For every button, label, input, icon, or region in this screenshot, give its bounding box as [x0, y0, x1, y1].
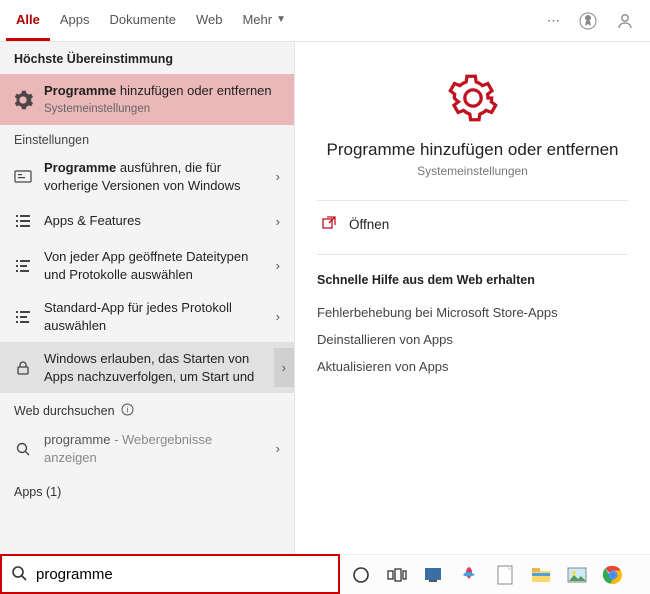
result-title: Standard-App für jedes Protokoll auswähl… — [44, 299, 262, 334]
lock-icon — [12, 357, 34, 379]
search-icon — [12, 438, 34, 460]
defaults-icon — [12, 255, 34, 277]
cortana-icon[interactable] — [350, 564, 372, 586]
results-panel: Höchste Übereinstimmung Programme hinzuf… — [0, 42, 295, 554]
search-icon — [10, 564, 28, 585]
rewards-icon[interactable] — [578, 11, 598, 31]
result-setting-0[interactable]: Programme ausführen, die für vorherige V… — [0, 151, 294, 202]
best-match-header: Höchste Übereinstimmung — [0, 42, 294, 74]
taskview-icon[interactable] — [386, 564, 408, 586]
tab-dokumente[interactable]: Dokumente — [99, 0, 185, 41]
result-best-match[interactable]: Programme hinzufügen oder entfernen Syst… — [0, 74, 294, 125]
open-button[interactable]: Öffnen — [317, 201, 628, 248]
tab-apps[interactable]: Apps — [50, 0, 100, 41]
result-title: Programme ausführen, die für vorherige V… — [44, 159, 262, 194]
account-icon[interactable] — [616, 12, 634, 30]
gear-icon — [12, 89, 34, 111]
result-setting-2[interactable]: Von jeder App geöffnete Dateitypen und P… — [0, 240, 294, 291]
help-link-1[interactable]: Deinstallieren von Apps — [317, 326, 628, 353]
result-subtitle: Systemeinstellungen — [44, 102, 284, 118]
result-title: Programme hinzufügen oder entfernen — [44, 82, 284, 100]
result-web[interactable]: programme - Webergebnisse anzeigen › — [0, 423, 294, 474]
tab-mehr[interactable]: Mehr▼ — [232, 0, 296, 41]
result-title: Apps & Features — [44, 212, 262, 230]
web-search-header: Web durchsuchen i — [0, 393, 294, 423]
app-icon-1[interactable] — [422, 564, 444, 586]
detail-title: Programme hinzufügen oder entfernen — [317, 140, 628, 160]
tab-web[interactable]: Web — [186, 0, 233, 41]
help-link-0[interactable]: Fehlerbehebung bei Microsoft Store-Apps — [317, 299, 628, 326]
compat-icon — [12, 166, 34, 188]
result-title: Von jeder App geöffnete Dateitypen und P… — [44, 248, 262, 283]
chevron-right-icon: › — [272, 441, 284, 456]
chevron-right-icon: › — [272, 169, 284, 184]
chevron-right-icon: › — [272, 258, 284, 273]
list-icon — [12, 210, 34, 232]
result-setting-4[interactable]: Windows erlauben, das Starten von Apps n… — [0, 342, 294, 393]
photos-icon[interactable] — [566, 564, 588, 586]
detail-subtitle: Systemeinstellungen — [317, 164, 628, 178]
protocol-icon — [12, 306, 34, 328]
divider — [317, 254, 628, 255]
result-title: Windows erlauben, das Starten von Apps n… — [44, 350, 264, 385]
taskbar — [340, 554, 650, 594]
settings-header: Einstellungen — [0, 125, 294, 151]
result-title: programme - Webergebnisse anzeigen — [44, 431, 262, 466]
detail-gear-icon — [317, 70, 628, 126]
result-setting-1[interactable]: Apps & Features › — [0, 202, 294, 240]
detail-panel: Programme hinzufügen oder entfernen Syst… — [295, 42, 650, 554]
chevron-right-icon[interactable]: › — [274, 348, 294, 387]
more-icon[interactable]: ⋯ — [547, 13, 560, 29]
open-label: Öffnen — [349, 217, 389, 232]
open-icon — [321, 215, 337, 234]
top-tab-bar: Alle Apps Dokumente Web Mehr▼ ⋯ — [0, 0, 650, 42]
chevron-right-icon: › — [272, 214, 284, 229]
chevron-down-icon: ▼ — [276, 14, 286, 25]
topbar-actions: ⋯ — [547, 11, 644, 31]
info-icon[interactable]: i — [121, 403, 134, 419]
apps-header: Apps (1) — [0, 475, 294, 503]
help-header: Schnelle Hilfe aus dem Web erhalten — [317, 273, 628, 287]
app-icon-2[interactable] — [458, 564, 480, 586]
help-link-2[interactable]: Aktualisieren von Apps — [317, 353, 628, 380]
filter-tabs: Alle Apps Dokumente Web Mehr▼ — [6, 0, 296, 41]
explorer-icon[interactable] — [530, 564, 552, 586]
svg-text:i: i — [126, 406, 128, 415]
tab-alle[interactable]: Alle — [6, 0, 50, 41]
app-icon-3[interactable] — [494, 564, 516, 586]
chrome-icon[interactable] — [602, 564, 624, 586]
search-bar[interactable] — [0, 554, 340, 594]
result-setting-3[interactable]: Standard-App für jedes Protokoll auswähl… — [0, 291, 294, 342]
search-input[interactable] — [36, 566, 330, 583]
chevron-right-icon: › — [272, 309, 284, 324]
